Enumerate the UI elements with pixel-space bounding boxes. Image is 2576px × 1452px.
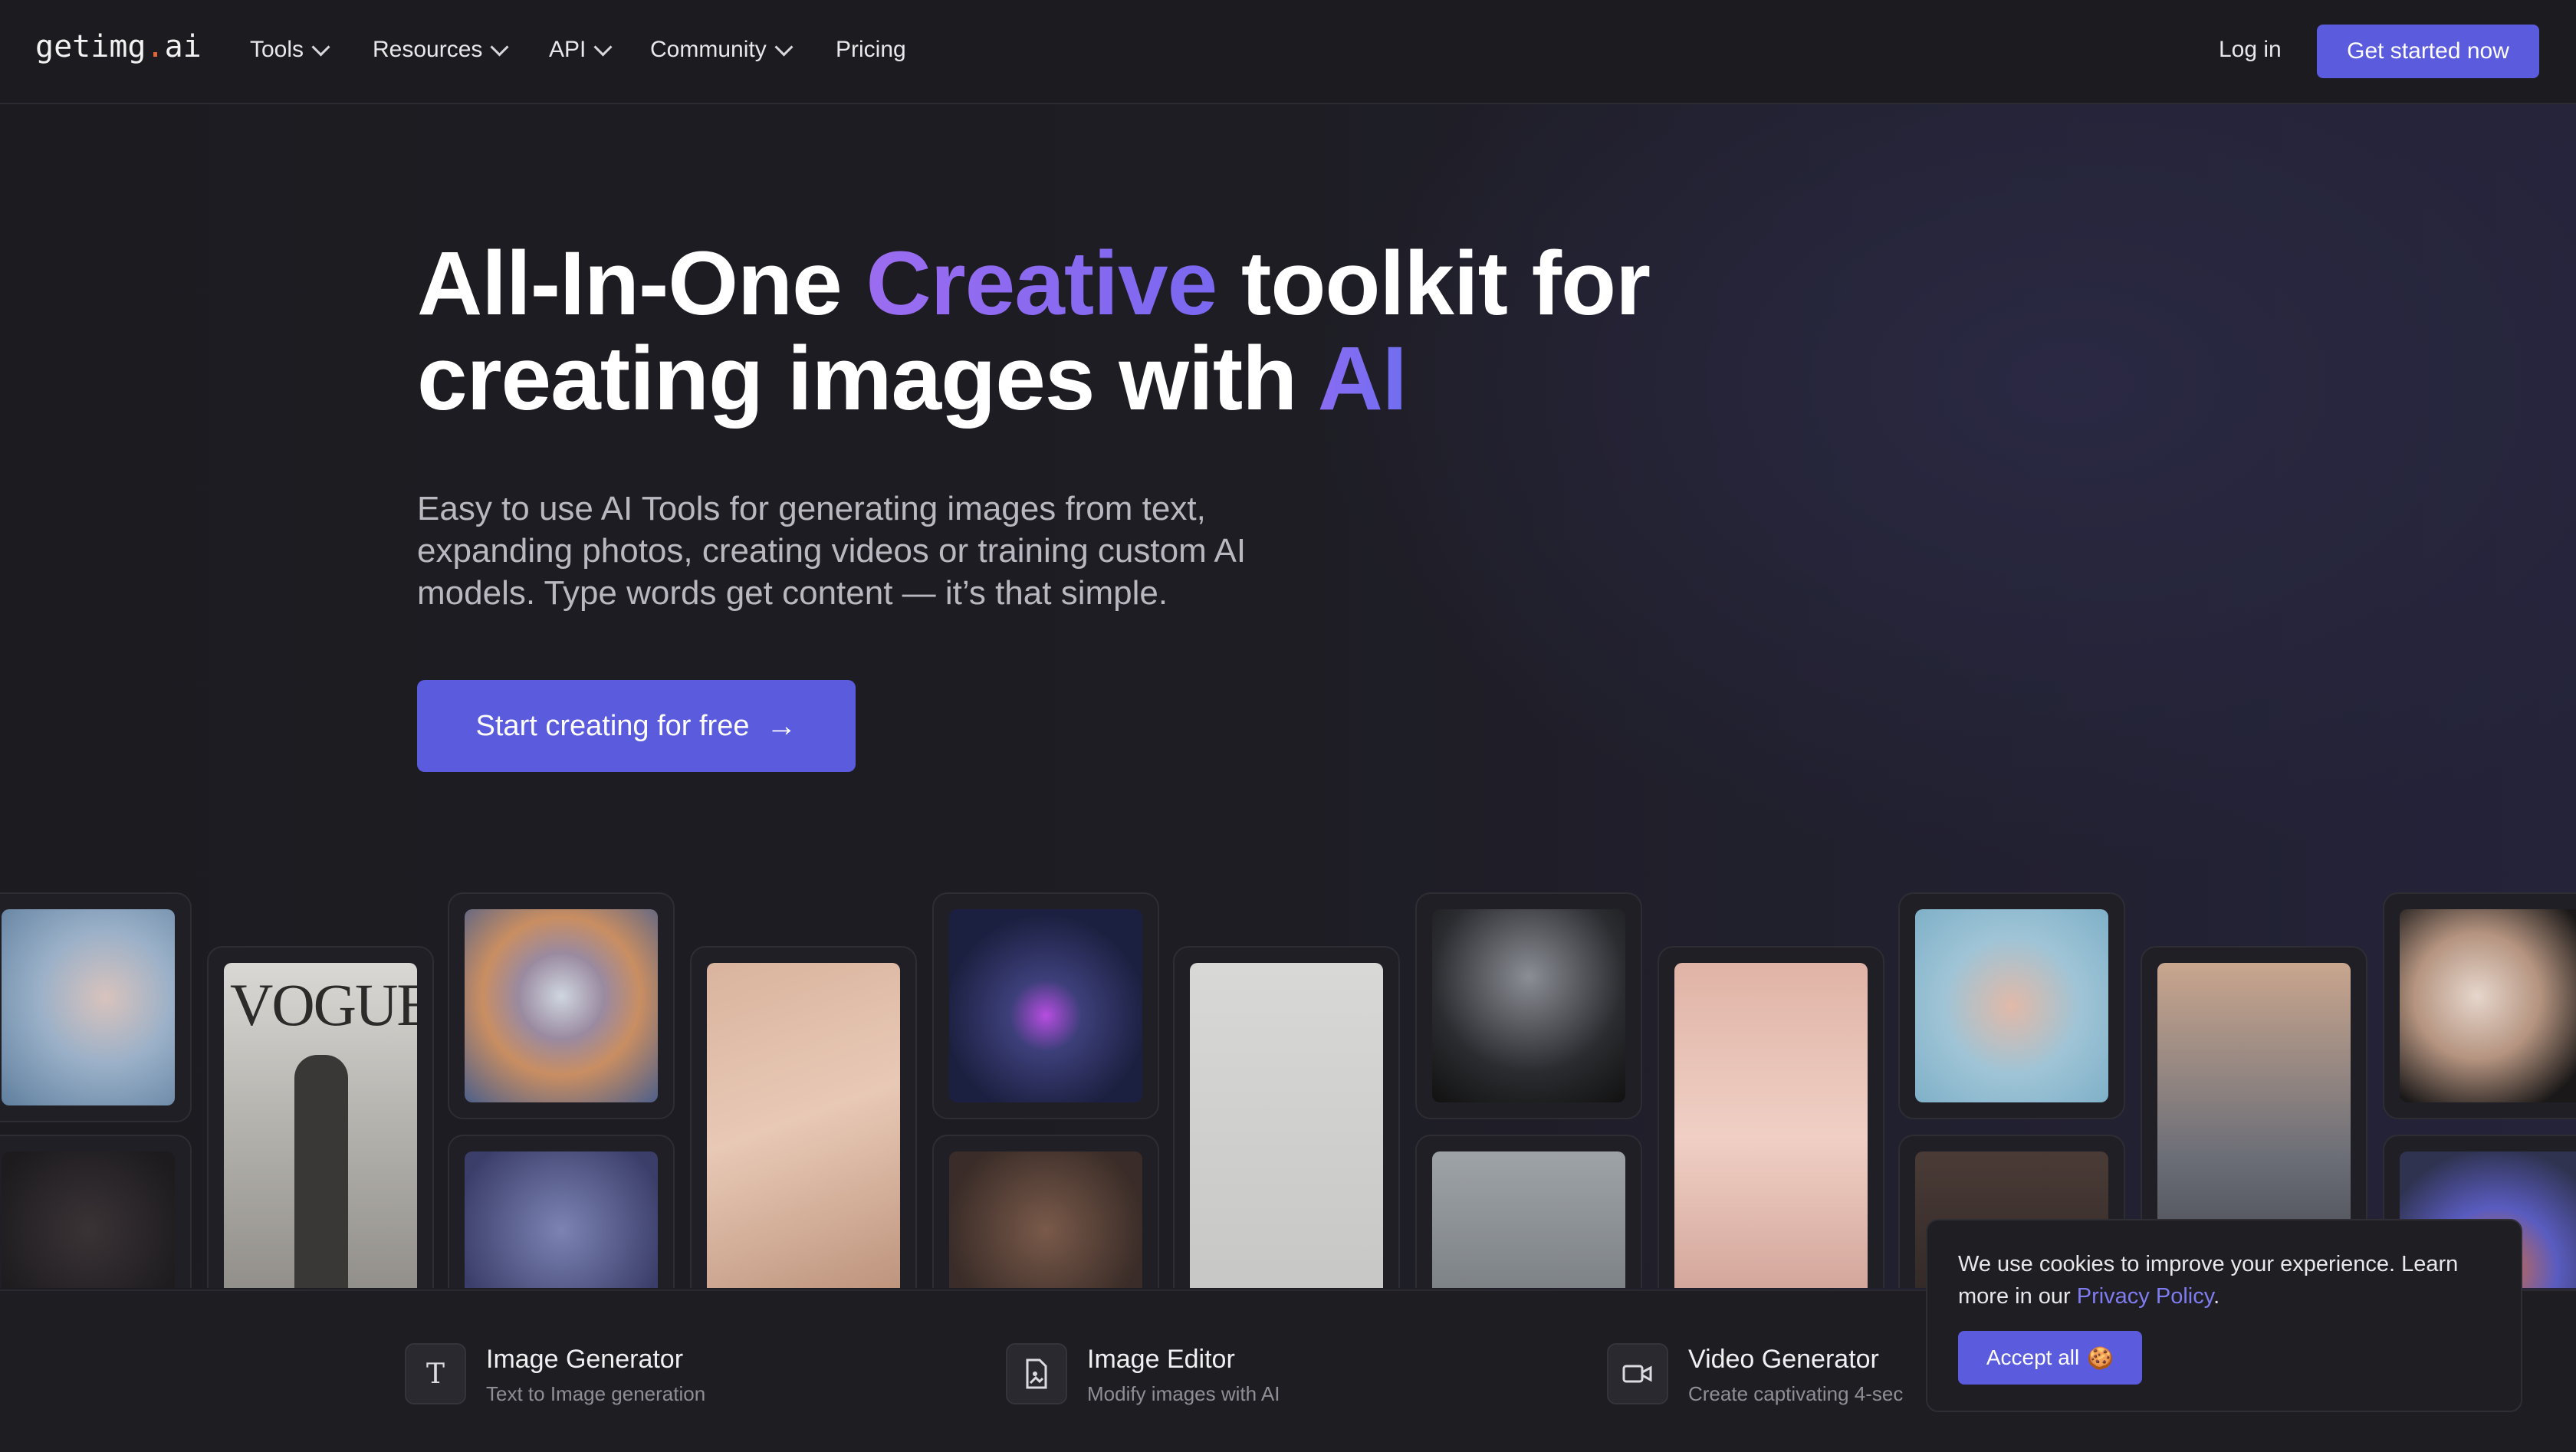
arrow-right-icon: →	[766, 708, 797, 743]
gallery-image-robot-heart	[949, 909, 1142, 1102]
hero-title-highlight-ai: AI	[1317, 328, 1408, 429]
gallery-image-portrait-water	[2, 909, 175, 1105]
tool-title: Image Editor	[1087, 1345, 1235, 1374]
gallery-card[interactable]	[690, 946, 917, 1288]
logo-text: getimg	[35, 29, 146, 64]
gallery-image-fog-figure	[1432, 1151, 1625, 1288]
nav-resources[interactable]: Resources	[373, 37, 509, 63]
image-edit-icon-svg	[1026, 1358, 1047, 1389]
chevron-down-icon	[311, 37, 330, 57]
gallery-image-sphere	[465, 909, 658, 1102]
gallery-card[interactable]	[1415, 892, 1642, 1119]
gallery-card[interactable]	[0, 1135, 192, 1288]
gallery-card[interactable]	[0, 892, 192, 1122]
gallery-image-teddy-room	[1674, 963, 1868, 1288]
nav-pricing-label: Pricing	[836, 37, 906, 62]
nav-community-label: Community	[650, 37, 767, 62]
gallery-image-dark-portrait	[2, 1151, 175, 1288]
tool-image-generator[interactable]: T Image Generator Text to Image generati…	[405, 1343, 705, 1406]
tool-subtitle: Modify images with AI	[1087, 1382, 1280, 1405]
image-edit-icon	[1006, 1343, 1067, 1404]
chevron-down-icon	[593, 37, 613, 57]
gallery-card[interactable]: VOGUE	[207, 946, 434, 1288]
accept-all-label: Accept all	[1986, 1345, 2080, 1369]
chevron-down-icon	[490, 37, 509, 57]
login-link[interactable]: Log in	[2219, 37, 2282, 63]
gallery-image-blue-figure	[465, 1151, 658, 1288]
start-creating-label: Start creating for free	[475, 709, 750, 742]
tool-image-editor[interactable]: Image Editor Modify images with AI	[1006, 1343, 1280, 1406]
cookie-icon: 🍪	[2087, 1345, 2114, 1370]
chevron-down-icon	[774, 37, 794, 57]
gallery-card[interactable]	[448, 892, 675, 1119]
nav-pricing[interactable]: Pricing	[836, 37, 906, 63]
gallery-card[interactable]	[2383, 892, 2576, 1119]
gallery-image-glass-figure	[1915, 909, 2108, 1102]
nav-api[interactable]: API	[549, 37, 613, 63]
gallery-image-pink-room	[707, 963, 900, 1288]
tool-title: Video Generator	[1688, 1345, 1879, 1374]
video-icon	[1607, 1343, 1668, 1404]
tool-video-generator[interactable]: Video Generator Create captivating 4-sec	[1607, 1343, 1903, 1406]
hero-title: All-In-One Creative toolkit for creating…	[417, 236, 1874, 426]
vogue-masthead: VOGUE	[230, 971, 417, 1038]
gallery-card[interactable]	[1898, 892, 2125, 1119]
gallery-card[interactable]	[448, 1135, 675, 1288]
privacy-policy-link[interactable]: Privacy Policy	[2077, 1284, 2213, 1309]
gallery-image-vogue: VOGUE	[224, 963, 417, 1288]
gallery-card[interactable]	[1658, 946, 1884, 1288]
gallery-card[interactable]	[932, 1135, 1159, 1288]
tool-subtitle: Create captivating 4-sec	[1688, 1382, 1904, 1405]
nav-community[interactable]: Community	[650, 37, 794, 63]
nav-api-label: API	[549, 37, 586, 62]
hero-title-part1: All-In-One	[417, 233, 866, 334]
top-navbar: getimg.ai Tools Resources API Community …	[0, 0, 2576, 104]
cookie-banner: We use cookies to improve your experienc…	[1926, 1219, 2522, 1412]
gallery-figure-shape	[294, 1055, 348, 1288]
cookie-period: .	[2213, 1284, 2220, 1309]
gallery-image-face-closeup	[949, 1151, 1142, 1288]
nav-tools-label: Tools	[250, 37, 304, 62]
gallery-card[interactable]	[1173, 946, 1400, 1288]
cookie-text: We use cookies to improve your experienc…	[1958, 1248, 2490, 1312]
hero-title-highlight-creative: Creative	[866, 233, 1218, 334]
gallery-card[interactable]	[932, 892, 1159, 1119]
logo[interactable]: getimg.ai	[35, 29, 202, 64]
nav-tools[interactable]: Tools	[250, 37, 330, 63]
tool-subtitle: Text to Image generation	[486, 1382, 706, 1405]
gallery-image-ceramic-bust	[2400, 909, 2576, 1102]
logo-dot: .	[146, 29, 165, 64]
logo-tld: ai	[164, 29, 202, 64]
get-started-button[interactable]: Get started now	[2317, 25, 2539, 78]
gallery-image-alien-bust	[1432, 909, 1625, 1102]
tool-title: Image Generator	[486, 1345, 684, 1374]
hero-subtitle: Easy to use AI Tools for generating imag…	[417, 490, 1247, 612]
text-icon: T	[405, 1343, 466, 1404]
gallery-card[interactable]	[1415, 1135, 1642, 1288]
video-icon-svg	[1622, 1365, 1652, 1383]
gallery-image-wire-head	[1190, 963, 1383, 1288]
accept-all-button[interactable]: Accept all 🍪	[1958, 1331, 2142, 1385]
nav-resources-label: Resources	[373, 37, 483, 62]
start-creating-button[interactable]: Start creating for free →	[417, 680, 856, 772]
